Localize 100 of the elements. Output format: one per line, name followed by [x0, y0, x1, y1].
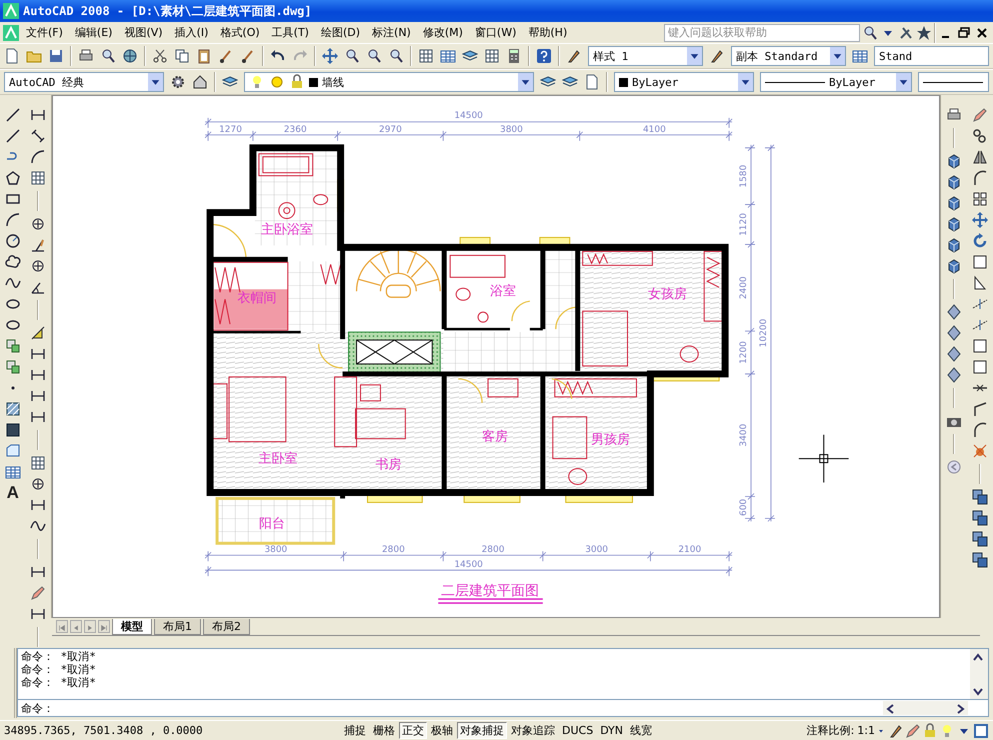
status-toggle[interactable]: 栅格 [370, 722, 398, 739]
line-icon[interactable] [4, 107, 21, 123]
table-style-dropdown[interactable]: Stand [874, 46, 989, 66]
menu-item[interactable]: 视图(V) [119, 24, 168, 41]
cube-icon[interactable] [946, 153, 962, 169]
caret-icon[interactable] [895, 73, 911, 91]
house-icon[interactable] [192, 74, 208, 90]
menu-item[interactable]: 标注(N) [367, 24, 416, 41]
right-triangle-icon[interactable] [972, 275, 988, 291]
table-icon[interactable] [4, 464, 21, 480]
lineweight-dropdown[interactable] [918, 72, 989, 92]
diamond-icon[interactable] [946, 367, 962, 383]
caret-icon[interactable] [737, 73, 753, 91]
pencil-icon[interactable] [972, 107, 988, 123]
crosshair-icon[interactable] [30, 476, 46, 492]
diamond-icon[interactable] [946, 346, 962, 362]
menu-item[interactable]: 绘图(D) [316, 24, 366, 41]
corner-icon[interactable] [972, 401, 988, 417]
menu-item[interactable]: 帮助(H) [523, 24, 572, 41]
tab-scroll-button[interactable] [84, 620, 96, 633]
status-toggle[interactable]: DUCS [559, 722, 596, 739]
annotation-scale-dropdown[interactable]: 1:1 [855, 724, 887, 737]
pen-icon[interactable] [709, 48, 725, 64]
dimension-icon[interactable] [30, 367, 46, 383]
pen-icon[interactable] [888, 722, 904, 738]
calculator-icon[interactable] [506, 48, 522, 64]
dimension-icon[interactable] [30, 346, 46, 362]
pencil-icon[interactable] [905, 722, 921, 738]
table-icon[interactable] [440, 48, 456, 64]
drawing-canvas[interactable]: 14500 1270 2360 2970 3800 4100 1580 1120 2400 1200 3400 600 10200 3800 2800 2800 3000 2100 14500 主卧浴室 衣帽间 浴室 女孩房 主卧室 书房 客房 男孩房 阳台 二层建筑平面图 [52, 95, 940, 618]
dimension-style-dropdown[interactable]: 副本 Standard [731, 46, 846, 66]
dimension-icon[interactable] [30, 497, 46, 513]
fillet-icon[interactable] [972, 422, 988, 438]
wave-icon[interactable] [30, 518, 46, 534]
cube-icon[interactable] [946, 258, 962, 274]
cross-line-icon[interactable] [972, 317, 988, 333]
pencil-icon[interactable] [30, 585, 46, 601]
hatch-icon[interactable] [4, 401, 21, 417]
menu-item[interactable]: 工具(T) [266, 24, 314, 41]
magnifier-icon[interactable] [366, 48, 382, 64]
grid-icon[interactable] [418, 48, 434, 64]
scrollbar[interactable] [970, 649, 988, 699]
status-toggle[interactable]: 对象捕捉 [457, 722, 507, 739]
line-icon[interactable] [4, 128, 21, 144]
rings-icon[interactable] [972, 128, 988, 144]
globe-icon[interactable] [122, 48, 138, 64]
clipboard-icon[interactable] [196, 48, 212, 64]
overlapping-squares-icon[interactable] [972, 531, 988, 547]
text-tool-icon[interactable]: A [6, 485, 19, 501]
grid-icon[interactable] [484, 48, 500, 64]
move-icon[interactable] [972, 212, 988, 228]
status-toggle[interactable]: 正交 [399, 722, 427, 739]
magnifier-icon[interactable] [388, 48, 404, 64]
grid-icon[interactable] [30, 170, 46, 186]
polygon-icon[interactable] [4, 170, 21, 186]
squares-icon[interactable] [4, 359, 21, 375]
burst-icon[interactable] [972, 443, 988, 459]
scissors-icon[interactable] [152, 48, 168, 64]
crosshair-icon[interactable] [30, 216, 46, 232]
caret-icon[interactable] [147, 73, 163, 91]
gradient-icon[interactable] [4, 422, 21, 438]
layout-tab[interactable]: 模型 [112, 618, 152, 634]
grid-icon[interactable] [30, 455, 46, 471]
cloud-icon[interactable] [4, 254, 21, 270]
gear-icon[interactable] [170, 74, 186, 90]
status-toggle[interactable]: 线宽 [627, 722, 656, 739]
layer-dropdown[interactable]: 墙线 [244, 72, 534, 92]
cube-icon[interactable] [946, 174, 962, 190]
move-icon[interactable] [322, 48, 338, 64]
overlapping-squares-icon[interactable] [972, 510, 988, 526]
tab-scroll-button[interactable] [98, 620, 110, 633]
table-icon[interactable] [852, 48, 868, 64]
crosshair-icon[interactable] [30, 258, 46, 274]
ruler-icon[interactable] [30, 325, 46, 341]
wave-icon[interactable] [4, 275, 21, 291]
diamond-icon[interactable] [946, 304, 962, 320]
fillet-icon[interactable] [972, 170, 988, 186]
caret-icon[interactable] [517, 73, 533, 91]
overlapping-squares-icon[interactable] [972, 552, 988, 568]
status-toggle[interactable]: 捕捉 [341, 722, 369, 739]
circle-icon[interactable] [4, 233, 21, 249]
linetype-dropdown[interactable]: ByLayer [760, 72, 912, 92]
document-icon[interactable] [584, 74, 600, 90]
star-icon[interactable] [916, 24, 932, 40]
color-dropdown[interactable]: ByLayer [614, 72, 754, 92]
layout-tab[interactable]: 布局1 [154, 618, 201, 634]
copy-icon[interactable] [174, 48, 190, 64]
menu-item[interactable]: 窗口(W) [470, 24, 522, 41]
command-prompt[interactable]: 命令： [21, 700, 54, 716]
cube-icon[interactable] [946, 237, 962, 253]
scrollbar[interactable] [883, 701, 968, 715]
diamond-icon[interactable] [946, 325, 962, 341]
menu-item[interactable]: 修改(M) [418, 24, 468, 41]
dimension-icon[interactable] [30, 388, 46, 404]
dimension-icon[interactable] [30, 107, 46, 123]
tab-scroll-button[interactable] [70, 620, 82, 633]
cross-line-icon[interactable] [972, 296, 988, 312]
triangles-icon[interactable] [972, 149, 988, 165]
squares-icon[interactable] [4, 338, 21, 354]
square-icon[interactable] [972, 359, 988, 375]
